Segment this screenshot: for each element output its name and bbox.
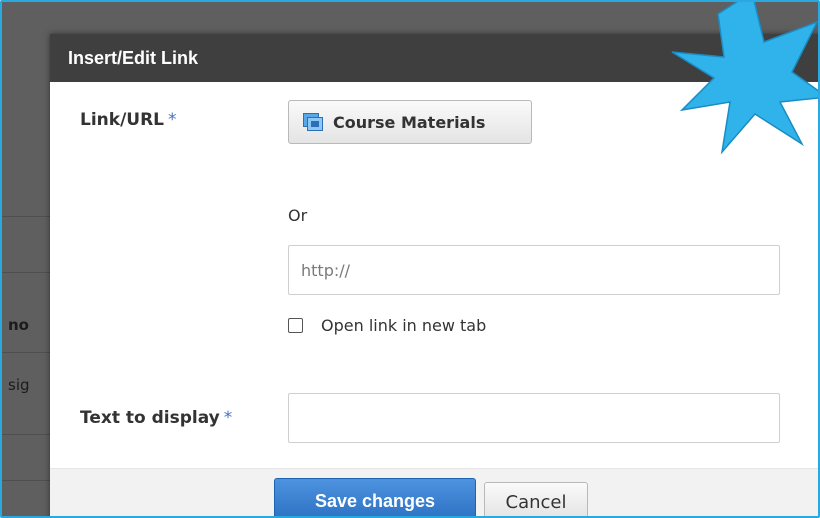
text-to-display-label-text: Text to display [80,408,220,428]
text-to-display-input[interactable] [288,393,780,443]
screenshot-frame: no sig ▾ Insert/Edit Link Link/URL* Cour… [0,0,820,518]
course-materials-button[interactable]: Course Materials [288,100,532,144]
starburst-callout [671,2,818,155]
dialog-footer: Save changes Cancel [50,468,818,516]
link-url-label-text: Link/URL [80,110,165,130]
open-in-new-tab-label[interactable]: Open link in new tab [321,316,486,335]
url-input[interactable] [288,245,780,295]
course-materials-icon [303,113,323,131]
required-asterisk: * [168,110,177,130]
text-to-display-label: Text to display * [80,408,232,428]
cancel-button[interactable]: Cancel [484,482,588,516]
required-asterisk: * [223,408,233,428]
background-cut-text: sig [8,376,30,394]
save-changes-button[interactable]: Save changes [274,478,476,516]
course-materials-button-label: Course Materials [333,112,486,132]
open-in-new-tab-checkbox[interactable] [288,318,303,333]
link-url-label: Link/URL * [80,110,177,130]
or-separator-text: Or [288,206,308,225]
open-in-new-tab-option[interactable]: Open link in new tab [288,316,486,335]
background-cut-text: no [8,316,29,334]
